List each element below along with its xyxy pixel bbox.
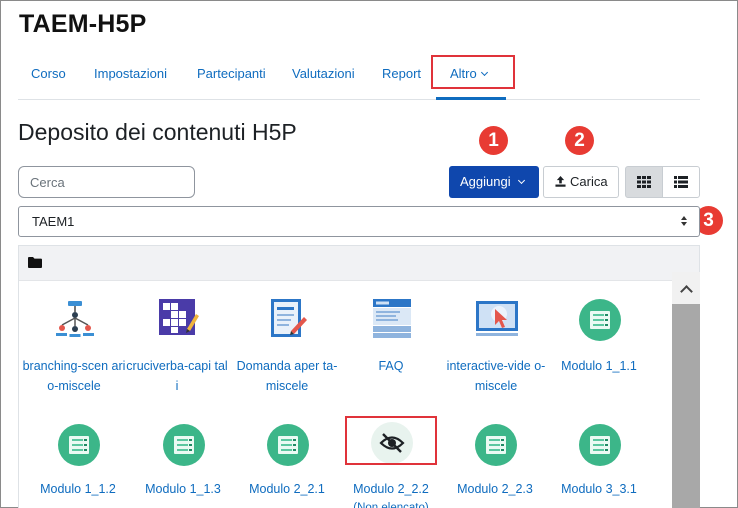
- repository-select[interactable]: TAEM1: [18, 206, 700, 237]
- module-icon: [475, 424, 517, 466]
- file-label: Modulo 1_1.1: [561, 359, 637, 373]
- nav-item-valutazioni[interactable]: Valutazioni: [292, 66, 355, 81]
- highlight-box-altro: [431, 55, 515, 89]
- nav-item-corso[interactable]: Corso: [31, 66, 66, 81]
- file-item-branching-scenario[interactable]: branching-scen ario-miscele: [22, 297, 126, 407]
- crossword-icon: [157, 297, 199, 339]
- file-item-faq[interactable]: FAQ: [339, 297, 443, 407]
- page-title: Deposito dei contenuti H5P: [18, 119, 297, 145]
- file-label: Modulo 1_1.2: [40, 482, 116, 496]
- file-item-modulo-2-2-3[interactable]: Modulo 2_2.3: [443, 422, 547, 508]
- add-button-label: Aggiungi: [460, 174, 511, 189]
- file-item-essay-question[interactable]: Domanda aper ta-miscele: [235, 297, 339, 407]
- search-input[interactable]: [18, 166, 195, 198]
- interactive-video-icon: [476, 297, 518, 339]
- file-item-modulo-1-1-1[interactable]: Modulo 1_1.1: [547, 297, 651, 407]
- module-icon: [267, 424, 309, 466]
- essay-question-icon: [267, 297, 309, 339]
- chevron-up-icon: [679, 284, 693, 298]
- list-view-button[interactable]: [662, 166, 700, 198]
- highlight-box-hidden-item: [345, 416, 437, 465]
- nav-item-partecipanti[interactable]: Partecipanti: [197, 66, 266, 81]
- file-item-modulo-1-1-3[interactable]: Modulo 1_1.3: [131, 422, 235, 508]
- file-item-interactive-video[interactable]: interactive-vide o-miscele: [444, 297, 548, 407]
- path-bar: [19, 246, 699, 281]
- upload-button-label: Carica: [570, 174, 608, 189]
- scrollbar[interactable]: [672, 272, 700, 508]
- file-item-modulo-2-2-1[interactable]: Modulo 2_2.1: [235, 422, 339, 508]
- course-title: TAEM-H5P: [19, 10, 147, 38]
- file-label: Modulo 1_1.3: [145, 482, 221, 496]
- folder-icon[interactable]: [28, 257, 42, 268]
- active-tab-indicator: [436, 97, 506, 100]
- file-label: Modulo 2_2.2: [353, 482, 429, 496]
- add-button[interactable]: Aggiungi: [449, 166, 539, 198]
- grid-view-button[interactable]: [625, 166, 663, 198]
- file-label: cruciverba-capi tali: [126, 359, 228, 393]
- file-label: branching-scen ario-miscele: [22, 359, 126, 393]
- file-label: FAQ: [378, 359, 404, 373]
- scrollbar-thumb[interactable]: [672, 304, 700, 508]
- file-label: interactive-vide o-miscele: [446, 359, 546, 393]
- file-item-modulo-1-1-2[interactable]: Modulo 1_1.2: [26, 422, 130, 508]
- nav-item-report[interactable]: Report: [382, 66, 421, 81]
- file-item-crossword[interactable]: cruciverba-capi tali: [125, 297, 229, 407]
- nav-item-impostazioni[interactable]: Impostazioni: [94, 66, 167, 81]
- upload-button[interactable]: Carica: [543, 166, 619, 198]
- upload-icon: [555, 176, 566, 187]
- select-arrows-icon: [681, 216, 689, 228]
- module-icon: [579, 299, 621, 341]
- file-label: Modulo 2_2.1: [249, 482, 325, 496]
- repository-select-value: TAEM1: [32, 214, 75, 229]
- scroll-up-button[interactable]: [672, 272, 700, 304]
- file-status: (Non elencato): [353, 502, 429, 508]
- step-marker-1: 1: [479, 126, 508, 155]
- branching-scenario-icon: [54, 297, 96, 339]
- chevron-down-icon: [517, 176, 525, 185]
- list-icon: [674, 176, 688, 188]
- file-label: Modulo 2_2.3: [457, 482, 533, 496]
- file-label: Domanda aper ta-miscele: [236, 359, 338, 393]
- step-marker-2: 2: [565, 126, 594, 155]
- accordion-icon: [371, 297, 413, 339]
- file-label: Modulo 3_3.1: [561, 482, 637, 496]
- grid-icon: [637, 176, 651, 188]
- module-icon: [58, 424, 100, 466]
- course-navbar: Corso Impostazioni Partecipanti Valutazi…: [18, 52, 700, 100]
- module-icon: [579, 424, 621, 466]
- module-icon: [163, 424, 205, 466]
- file-item-modulo-3-3-1[interactable]: Modulo 3_3.1: [547, 422, 651, 508]
